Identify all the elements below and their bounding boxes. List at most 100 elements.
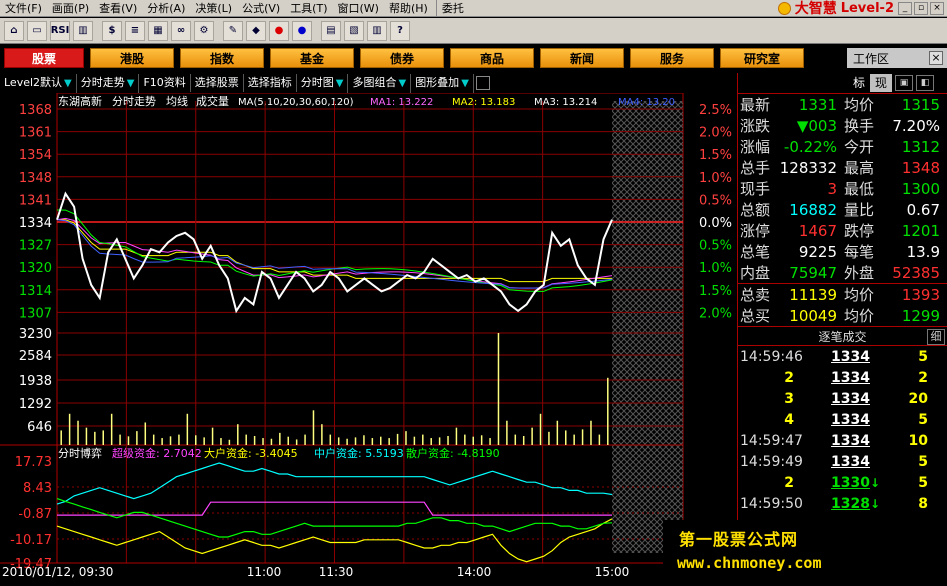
menu-item-7[interactable]: 窗口(W) <box>333 0 384 17</box>
market-tab-6[interactable]: 新闻 <box>540 48 624 68</box>
tick-detail-button[interactable]: 细 <box>927 329 945 345</box>
menu-item-2[interactable]: 查看(V) <box>94 0 142 17</box>
quote-value: 13.9 <box>906 242 940 261</box>
sub-tab-label: 分时图 <box>300 75 334 89</box>
lock-icon[interactable] <box>475 76 490 90</box>
diamond-icon[interactable]: ◆ <box>246 20 266 41</box>
tick-row[interactable]: 14:59:46 1334 5 <box>738 346 947 367</box>
quote-label: 今开 <box>844 138 875 156</box>
price-tick: 1307 <box>19 306 52 321</box>
tick-row[interactable]: 14:59:47 1334 10 <box>738 430 947 451</box>
menu-item-5[interactable]: 公式(V) <box>237 0 285 17</box>
tick-row[interactable]: 14:59:50 1328 ↓ 8 <box>738 493 947 514</box>
menu-item-1[interactable]: 画面(P) <box>47 0 94 17</box>
dropdown-arrow-icon[interactable]: ▼ <box>64 78 72 89</box>
market-tab-1[interactable]: 港股 <box>90 48 174 68</box>
grid-icon[interactable]: ▦ <box>148 20 168 41</box>
menu-item-0[interactable]: 文件(F) <box>0 0 47 17</box>
tab-biao[interactable]: 标 <box>848 74 870 92</box>
chart-icon[interactable]: ▥ <box>73 20 93 41</box>
sub-tab-7[interactable]: 图形叠加 ▼ <box>411 73 474 93</box>
tick-time: 14:59:50 <box>740 495 803 512</box>
sub-tabs: Level2默认 ▼ 分时走势 ▼ F10资料 选择股票 选择指标 分时图 ▼ 多图组合 ▼ 图形叠加… <box>0 73 735 93</box>
market-tab-5[interactable]: 商品 <box>450 48 534 68</box>
menu-item-3[interactable]: 分析(A) <box>142 0 190 17</box>
market-tab-8[interactable]: 研究室 <box>720 48 804 68</box>
draw-icon[interactable]: ✎ <box>223 20 243 41</box>
blue-mark-icon[interactable]: ● <box>292 20 312 41</box>
sub-tab-label: 选择股票 <box>194 76 239 89</box>
quote-value: 1393 <box>901 285 940 304</box>
dropdown-arrow-icon[interactable]: ▼ <box>127 78 135 89</box>
tick-price: 1334 <box>831 411 870 428</box>
close-icon[interactable]: × <box>929 51 943 65</box>
sub-tab-2[interactable]: F10资料 <box>139 74 191 92</box>
fund-small: 散户资金: -4.8190 <box>406 446 500 460</box>
list-icon[interactable]: ≡ <box>125 20 145 41</box>
fund-mid: 中户资金: 5.5193 <box>314 446 404 460</box>
tick-row[interactable]: 2 1330 ↓ 5 <box>738 472 947 493</box>
home-icon[interactable]: ⌂ <box>4 20 24 41</box>
market-tab-4[interactable]: 债券 <box>360 48 444 68</box>
volume-tick: 2584 <box>19 349 52 364</box>
workspace-button[interactable]: 工作区 × <box>847 48 947 68</box>
dropdown-arrow-icon[interactable]: ▼ <box>398 78 406 89</box>
quote-row: 现手 3 最低 1300 <box>738 178 947 199</box>
sub-tab-0[interactable]: Level2默认 ▼ <box>0 73 77 93</box>
help-cursor-icon[interactable]: ? <box>390 20 410 41</box>
quote-label: 均价 <box>844 96 875 114</box>
rsi-icon[interactable]: RSI <box>50 20 70 41</box>
panel-menu-icon[interactable]: ▣ <box>895 75 913 91</box>
time-tick: 11:30 <box>319 565 354 579</box>
menu-item-4[interactable]: 决策(L) <box>190 0 237 17</box>
menu-item-8[interactable]: 帮助(H) <box>384 0 433 17</box>
close-icon[interactable]: × <box>930 1 944 15</box>
tick-row[interactable]: 2 1334 2 <box>738 367 947 388</box>
tab-xian[interactable]: 现 <box>870 74 892 92</box>
menu-item-9[interactable]: 委托 <box>435 0 469 17</box>
tick-price: 1328 <box>831 495 870 512</box>
time-tick: 15:00 <box>595 565 630 579</box>
tick-price: 1334 <box>831 453 870 470</box>
sub-tab-1[interactable]: 分时走势 ▼ <box>77 73 140 93</box>
quote-value: 1312 <box>901 137 940 156</box>
pct-tick: 1.5% <box>699 284 732 299</box>
time-tick: 11:00 <box>247 565 282 579</box>
dropdown-arrow-icon[interactable]: ▼ <box>461 78 469 89</box>
minimize-icon[interactable]: _ <box>898 1 912 15</box>
menu-item-6[interactable]: 工具(T) <box>285 0 332 17</box>
tick-price: 1334 <box>831 348 870 365</box>
tick-row[interactable]: 14:59:49 1334 5 <box>738 451 947 472</box>
market-tab-7[interactable]: 服务 <box>630 48 714 68</box>
sub-tab-label: Level2默认 <box>4 75 63 89</box>
news-icon[interactable]: ▤ <box>321 20 341 41</box>
tick-row[interactable]: 4 1334 5 <box>738 409 947 430</box>
quote-value: -0.22% <box>783 137 837 156</box>
binoculars-icon[interactable]: ∞ <box>171 20 191 41</box>
market-tab-0[interactable]: 股票 <box>4 48 84 68</box>
dropdown-arrow-icon[interactable]: ▼ <box>336 78 344 89</box>
tick-list[interactable]: 14:59:46 1334 5 2 1334 2 3 1334 20 4 1334 5 14:59:47… <box>738 346 947 514</box>
multi-icon[interactable]: ▧ <box>344 20 364 41</box>
tick-row[interactable]: 3 1334 20 <box>738 388 947 409</box>
intraday-chart[interactable]: 东湖高新 分时走势 均线 成交量 MA(5,10,20,30,60,120) MA1: 1… <box>0 93 735 586</box>
settings-icon[interactable]: ⚙ <box>194 20 214 41</box>
sub-tab-6[interactable]: 多图组合 ▼ <box>348 73 412 93</box>
ma2-value: MA2: 13.183 <box>452 97 515 108</box>
ma4-value: MA4: 13.20 <box>618 97 675 108</box>
red-mark-icon[interactable]: ● <box>269 20 289 41</box>
quote-value: 75947 <box>789 263 837 282</box>
market-tab-3[interactable]: 基金 <box>270 48 354 68</box>
dollar-icon[interactable]: $ <box>102 20 122 41</box>
restore-icon[interactable]: ▫ <box>914 1 928 15</box>
sub-tab-4[interactable]: 选择指标 <box>244 74 297 92</box>
sub-tab-5[interactable]: 分时图 ▼ <box>297 73 349 93</box>
sub-tab-3[interactable]: 选择股票 <box>191 74 244 92</box>
folder-icon[interactable]: ▭ <box>27 20 47 41</box>
quote-value: 10049 <box>789 306 837 325</box>
market-tab-2[interactable]: 指数 <box>180 48 264 68</box>
chart-svg[interactable]: 东湖高新 分时走势 均线 成交量 MA(5,10,20,30,60,120) MA1: 1… <box>0 93 735 586</box>
panel-expand-icon[interactable]: ◧ <box>916 75 934 91</box>
book-icon[interactable]: ▥ <box>367 20 387 41</box>
quote-label: 外盘 <box>844 264 875 282</box>
